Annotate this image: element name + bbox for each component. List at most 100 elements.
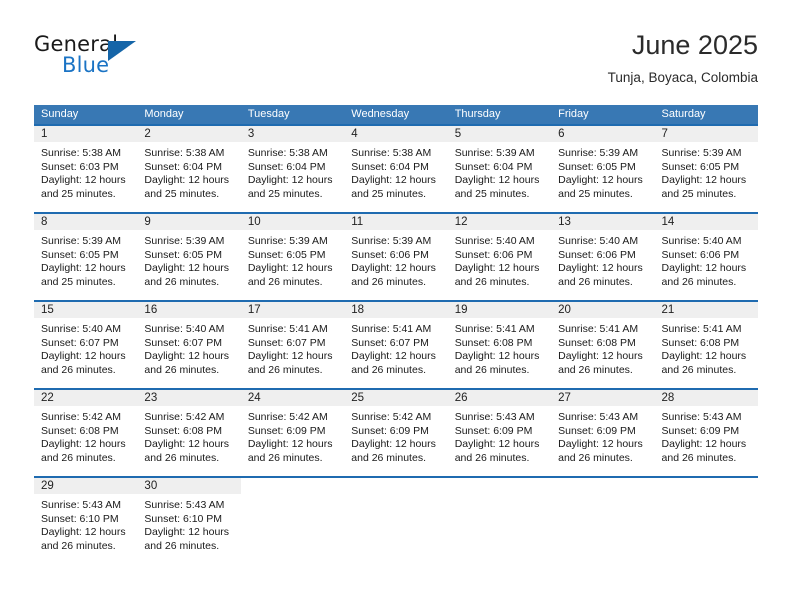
daylight-text-line1: Daylight: 12 hours (247, 262, 333, 275)
day-number-band (654, 478, 758, 494)
daylight-text-line2: and 26 minutes. (144, 363, 220, 376)
sunrise-text: Sunrise: 5:43 AM (144, 499, 225, 511)
day-number: 15 (41, 304, 54, 316)
daylight-text-line2: and 26 minutes. (351, 363, 426, 376)
day-number-band: 30 (137, 478, 241, 494)
day-number-band: 10 (240, 214, 345, 230)
day-cell[interactable]: 19 Sunrise: 5:41 AM Sunset: 6:08 PM Dayligh… (447, 302, 552, 388)
day-number-band: 16 (137, 302, 241, 318)
day-cell-empty (344, 478, 448, 564)
day-cell[interactable]: 30 Sunrise: 5:43 AM Sunset: 6:10 PM Dayligh… (137, 478, 241, 564)
calendar-week-row: 22 Sunrise: 5:42 AM Sunset: 6:08 PM Dayligh… (34, 388, 758, 476)
day-cell[interactable]: 3 Sunrise: 5:38 AM Sunset: 6:04 PM Daylight… (240, 126, 345, 212)
triangle-icon (108, 41, 136, 61)
sunset-text: Sunset: 6:10 PM (41, 512, 119, 525)
daylight-text-line2: and 26 minutes. (247, 275, 323, 288)
day-details: Sunrise: 5:43 AM Sunset: 6:09 PM Daylight:… (655, 406, 758, 465)
sunset-text: Sunset: 6:09 PM (247, 424, 326, 437)
day-cell[interactable]: 6 Sunrise: 5:39 AM Sunset: 6:05 PM Daylight… (551, 126, 655, 212)
sunset-text: Sunset: 6:06 PM (661, 248, 740, 261)
sunset-text: Sunset: 6:05 PM (661, 160, 740, 173)
daylight-text-line2: and 25 minutes. (558, 187, 633, 200)
sunset-text: Sunset: 6:04 PM (144, 160, 223, 173)
day-cell[interactable]: 28 Sunrise: 5:43 AM Sunset: 6:09 PM Dayligh… (654, 390, 758, 476)
weekday-header-sunday: Sunday (41, 108, 79, 120)
day-cell[interactable]: 5 Sunrise: 5:39 AM Sunset: 6:04 PM Daylight… (447, 126, 552, 212)
day-cell[interactable]: 14 Sunrise: 5:40 AM Sunset: 6:06 PM Dayligh… (654, 214, 758, 300)
day-number-band: 3 (240, 126, 345, 142)
daylight-text-line1: Daylight: 12 hours (351, 350, 436, 363)
day-cell[interactable]: 29 Sunrise: 5:43 AM Sunset: 6:10 PM Dayligh… (34, 478, 138, 564)
day-number: 13 (558, 216, 571, 228)
day-details: Sunrise: 5:43 AM Sunset: 6:10 PM Daylight:… (137, 494, 240, 553)
day-cell[interactable]: 15 Sunrise: 5:40 AM Sunset: 6:07 PM Dayligh… (34, 302, 138, 388)
sunrise-text: Sunrise: 5:41 AM (661, 323, 742, 335)
day-cell[interactable]: 11 Sunrise: 5:39 AM Sunset: 6:06 PM Dayligh… (344, 214, 448, 300)
daylight-text-line1: Daylight: 12 hours (144, 526, 230, 539)
sunrise-text: Sunrise: 5:39 AM (144, 235, 225, 247)
day-number-band: 22 (34, 390, 138, 406)
day-details: Sunrise: 5:42 AM Sunset: 6:09 PM Daylight:… (344, 406, 447, 465)
day-cell[interactable]: 24 Sunrise: 5:42 AM Sunset: 6:09 PM Dayligh… (240, 390, 345, 476)
day-number-band: 14 (654, 214, 758, 230)
generalblue-logo[interactable]: General Blue (34, 32, 154, 84)
day-cell[interactable]: 26 Sunrise: 5:43 AM Sunset: 6:09 PM Dayligh… (447, 390, 552, 476)
sunrise-text: Sunrise: 5:39 AM (41, 235, 121, 247)
calendar-week-row: 1 Sunrise: 5:38 AM Sunset: 6:03 PM Daylight… (34, 124, 758, 212)
day-cell[interactable]: 2 Sunrise: 5:38 AM Sunset: 6:04 PM Daylight… (137, 126, 241, 212)
day-cell[interactable]: 21 Sunrise: 5:41 AM Sunset: 6:08 PM Dayligh… (654, 302, 758, 388)
daylight-text-line2: and 25 minutes. (41, 187, 116, 200)
day-details: Sunrise: 5:39 AM Sunset: 6:06 PM Daylight:… (344, 230, 447, 289)
day-details: Sunrise: 5:38 AM Sunset: 6:03 PM Daylight:… (34, 142, 137, 201)
daylight-text-line2: and 25 minutes. (247, 187, 323, 200)
day-details: Sunrise: 5:40 AM Sunset: 6:07 PM Daylight:… (137, 318, 240, 377)
day-number-band (551, 478, 655, 494)
day-number-band: 9 (137, 214, 241, 230)
day-cell[interactable]: 17 Sunrise: 5:41 AM Sunset: 6:07 PM Dayligh… (240, 302, 345, 388)
day-cell[interactable]: 10 Sunrise: 5:39 AM Sunset: 6:05 PM Dayligh… (240, 214, 345, 300)
daylight-text-line1: Daylight: 12 hours (351, 262, 436, 275)
day-number-band: 20 (551, 302, 655, 318)
day-cell[interactable]: 22 Sunrise: 5:42 AM Sunset: 6:08 PM Dayligh… (34, 390, 138, 476)
day-number-band: 27 (551, 390, 655, 406)
day-number-band: 6 (551, 126, 655, 142)
day-details: Sunrise: 5:42 AM Sunset: 6:08 PM Daylight:… (137, 406, 240, 465)
day-number: 9 (144, 216, 151, 228)
day-number: 29 (41, 480, 54, 492)
day-cell[interactable]: 4 Sunrise: 5:38 AM Sunset: 6:04 PM Daylight… (344, 126, 448, 212)
sunrise-text: Sunrise: 5:40 AM (41, 323, 121, 335)
daylight-text-line2: and 26 minutes. (41, 451, 116, 464)
day-number: 11 (351, 216, 364, 228)
day-details: Sunrise: 5:40 AM Sunset: 6:06 PM Daylight:… (655, 230, 758, 289)
day-cell[interactable]: 16 Sunrise: 5:40 AM Sunset: 6:07 PM Dayligh… (137, 302, 241, 388)
daylight-text-line2: and 26 minutes. (247, 363, 323, 376)
sunrise-text: Sunrise: 5:39 AM (351, 235, 432, 247)
page-header: General Blue June 2025 Tunja, Boyaca, Co… (34, 28, 758, 96)
day-cell[interactable]: 23 Sunrise: 5:42 AM Sunset: 6:08 PM Dayligh… (137, 390, 241, 476)
daylight-text-line1: Daylight: 12 hours (41, 350, 126, 363)
logo-text-blue: Blue (62, 53, 110, 77)
day-cell[interactable]: 25 Sunrise: 5:42 AM Sunset: 6:09 PM Dayligh… (344, 390, 448, 476)
day-cell[interactable]: 13 Sunrise: 5:40 AM Sunset: 6:06 PM Dayligh… (551, 214, 655, 300)
day-cell[interactable]: 9 Sunrise: 5:39 AM Sunset: 6:05 PM Daylight… (137, 214, 241, 300)
day-cell[interactable]: 1 Sunrise: 5:38 AM Sunset: 6:03 PM Daylight… (34, 126, 138, 212)
day-cell[interactable]: 20 Sunrise: 5:41 AM Sunset: 6:08 PM Dayligh… (551, 302, 655, 388)
day-number-band: 25 (344, 390, 448, 406)
day-cell[interactable]: 27 Sunrise: 5:43 AM Sunset: 6:09 PM Dayligh… (551, 390, 655, 476)
daylight-text-line1: Daylight: 12 hours (247, 174, 333, 187)
sunset-text: Sunset: 6:08 PM (41, 424, 119, 437)
day-cell[interactable]: 8 Sunrise: 5:39 AM Sunset: 6:05 PM Daylight… (34, 214, 138, 300)
weekday-header-row: Sunday Monday Tuesday Wednesday Thursday Frid… (34, 105, 758, 124)
sunrise-text: Sunrise: 5:43 AM (558, 411, 639, 423)
day-number: 18 (351, 304, 365, 316)
day-cell[interactable]: 18 Sunrise: 5:41 AM Sunset: 6:07 PM Dayligh… (344, 302, 448, 388)
sunrise-text: Sunrise: 5:42 AM (247, 411, 328, 423)
daylight-text-line2: and 26 minutes. (144, 275, 220, 288)
day-details: Sunrise: 5:41 AM Sunset: 6:07 PM Daylight:… (344, 318, 447, 377)
day-cell[interactable]: 12 Sunrise: 5:40 AM Sunset: 6:06 PM Dayligh… (447, 214, 552, 300)
day-cell[interactable]: 7 Sunrise: 5:39 AM Sunset: 6:05 PM Daylight… (654, 126, 758, 212)
day-number: 3 (247, 128, 255, 140)
day-number-band: 4 (344, 126, 448, 142)
day-number: 14 (661, 216, 675, 228)
calendar-week-row: 8 Sunrise: 5:39 AM Sunset: 6:05 PM Daylight… (34, 212, 758, 300)
